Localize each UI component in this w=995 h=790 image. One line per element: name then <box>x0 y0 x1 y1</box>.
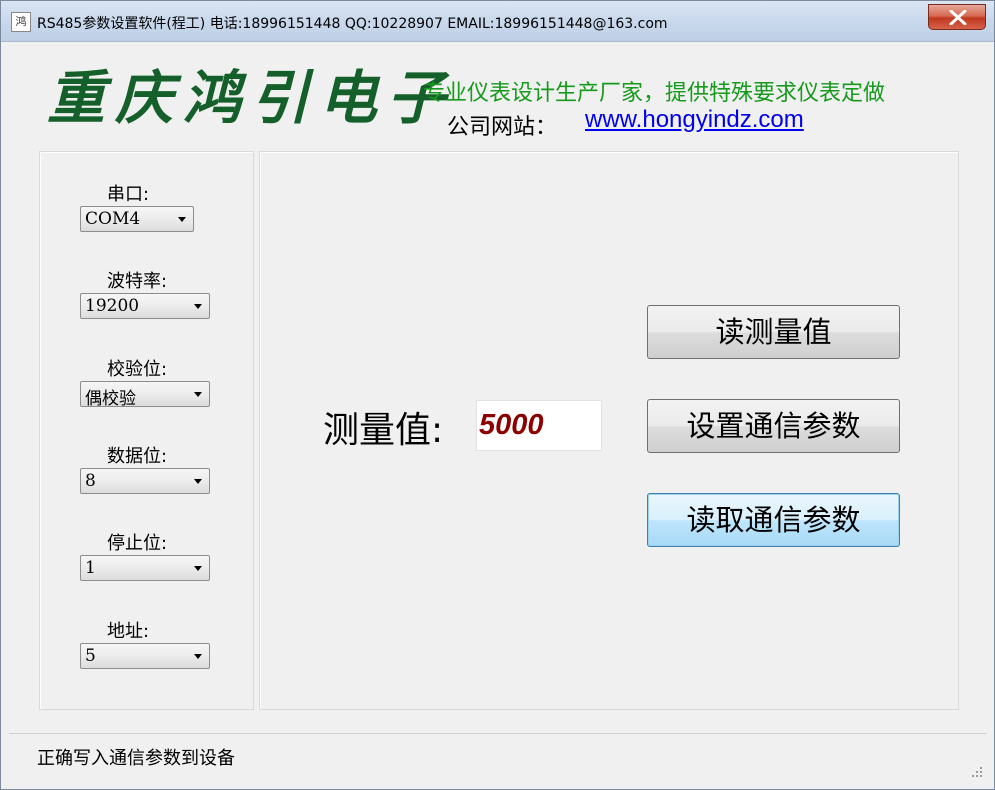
website-label: 公司网站： <box>447 115 558 140</box>
website-link[interactable]: www.hongyindz.com <box>585 106 804 134</box>
status-bar: 正确写入通信参数到设备 <box>9 733 987 782</box>
stopbits-select[interactable]: 1 <box>80 555 210 581</box>
read-comm-params-button[interactable]: 读取通信参数 <box>647 493 900 547</box>
parity-select[interactable]: 偶校验 <box>80 381 210 409</box>
address-value: 5 <box>85 646 96 666</box>
brand-logo: 重庆鸿引电子 <box>47 64 456 132</box>
stopbits-value: 1 <box>85 558 96 578</box>
port-label: 串口: <box>107 184 150 205</box>
baud-select[interactable]: 19200 <box>80 293 210 319</box>
window-title: RS485参数设置软件(程工) 电话:18996151448 QQ:102289… <box>37 16 668 32</box>
databits-label: 数据位: <box>107 446 168 467</box>
resize-grip-icon[interactable] <box>971 766 983 778</box>
baud-value: 19200 <box>85 296 140 316</box>
baud-label: 波特率: <box>107 271 168 292</box>
chevron-down-icon <box>194 479 202 484</box>
app-logo-icon[interactable]: 鸿 <box>11 12 31 32</box>
port-select[interactable]: COM4 <box>80 206 194 232</box>
status-message: 正确写入通信参数到设备 <box>37 748 235 769</box>
close-icon <box>949 10 967 25</box>
measure-label: 测量值: <box>323 410 444 451</box>
parity-label: 校验位: <box>107 359 168 380</box>
parity-value: 偶校验 <box>85 389 136 409</box>
title-bar[interactable]: 鸿 RS485参数设置软件(程工) 电话:18996151448 QQ:1022… <box>1 1 994 42</box>
chevron-down-icon <box>194 392 202 397</box>
measure-value-field[interactable]: 5000 <box>476 400 602 451</box>
measure-value: 5000 <box>479 409 544 441</box>
chevron-down-icon <box>178 217 186 222</box>
company-slogan: 专业仪表设计生产厂家，提供特殊要求仪表定做 <box>423 81 886 106</box>
chevron-down-icon <box>194 566 202 571</box>
databits-value: 8 <box>85 471 96 491</box>
app-window: 鸿 RS485参数设置软件(程工) 电话:18996151448 QQ:1022… <box>0 0 995 790</box>
stopbits-label: 停止位: <box>107 533 168 554</box>
address-select[interactable]: 5 <box>80 643 210 669</box>
read-measure-button[interactable]: 读测量值 <box>647 305 900 359</box>
chevron-down-icon <box>194 654 202 659</box>
chevron-down-icon <box>194 304 202 309</box>
port-value: COM4 <box>85 209 141 229</box>
set-comm-params-button[interactable]: 设置通信参数 <box>647 399 900 453</box>
close-button[interactable] <box>928 4 986 30</box>
address-label: 地址: <box>107 621 150 642</box>
databits-select[interactable]: 8 <box>80 468 210 494</box>
